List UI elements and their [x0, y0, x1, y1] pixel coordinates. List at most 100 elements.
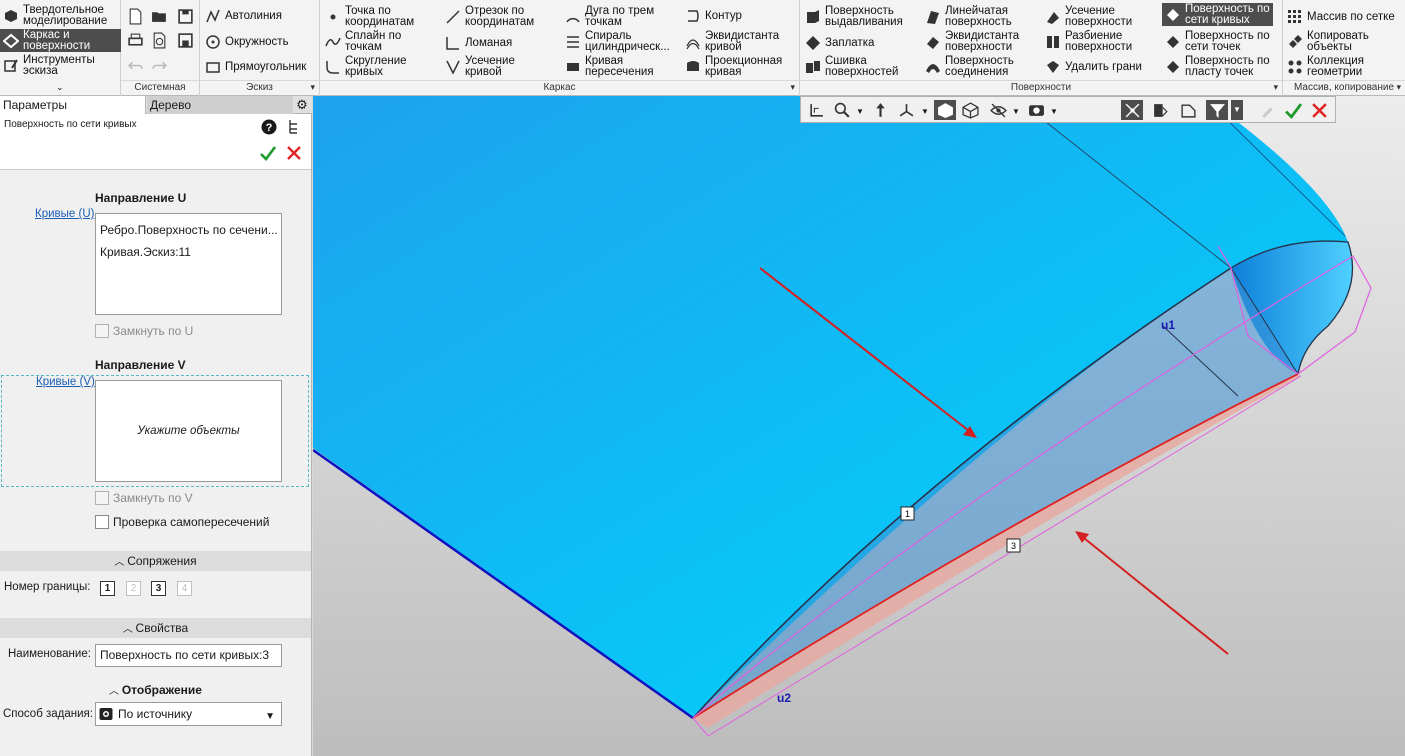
zoom-dropdown-icon[interactable]: ▼ [856, 107, 864, 116]
point-cloud-surface-button[interactable]: Поверхность по пласту точек [1165, 55, 1270, 77]
save-button[interactable] [174, 5, 196, 27]
close-v-checkbox[interactable]: Замкнуть по V [95, 491, 193, 505]
visibility-dropdown-icon[interactable]: ▼ [1012, 107, 1020, 116]
ribbon-collapse-icon[interactable]: ⌄ [56, 82, 64, 93]
sew-surfaces-button[interactable]: Сшивка поверхностей [805, 55, 898, 77]
surfaces-group-expand-icon[interactable]: ▾ [1273, 82, 1278, 93]
zoom-button[interactable] [831, 100, 853, 120]
wireframe-view-button[interactable] [959, 100, 981, 120]
geometry-collection-button[interactable]: Коллекция геометрии [1287, 55, 1364, 77]
rotate-dropdown-icon[interactable]: ▼ [921, 107, 929, 116]
open-file-button[interactable] [148, 5, 170, 27]
curve-trim-button[interactable]: Усечение кривой [445, 55, 515, 77]
checkbox-box[interactable] [95, 324, 109, 338]
boundary-4-button[interactable]: 4 [177, 581, 192, 596]
cylindrical-spiral-button[interactable]: Спираль цилиндрическ... [565, 30, 670, 52]
curve-network-surface-button[interactable]: Поверхность по сети кривых [1162, 3, 1273, 26]
tree-structure-icon[interactable] [285, 118, 303, 136]
self-intersection-checkbox[interactable]: Проверка самопересечений [95, 515, 269, 529]
print-button[interactable] [124, 29, 146, 51]
checkbox-box[interactable] [95, 515, 109, 529]
tab-parameters[interactable]: Параметры [0, 96, 146, 114]
curve-offset-button[interactable]: Эквидистанта кривой [685, 30, 779, 52]
segment-by-coords-button[interactable]: Отрезок по координатам [445, 5, 534, 27]
layers-button[interactable] [1177, 100, 1199, 120]
visibility-button[interactable] [987, 100, 1009, 120]
curves-v-link[interactable]: Кривые (V) [36, 376, 95, 388]
frame-group-expand-icon[interactable]: ▾ [790, 82, 795, 93]
3d-viewport[interactable]: 1 3 u1 u2 [313, 96, 1405, 756]
point-by-coords-button[interactable]: Точка по координатам [325, 5, 414, 27]
circle-button[interactable]: Окружность [205, 34, 289, 50]
polyline-button[interactable]: Ломаная [445, 35, 512, 51]
display-mode-button[interactable] [1025, 100, 1047, 120]
checkbox-box[interactable] [95, 491, 109, 505]
snap-button[interactable] [1121, 100, 1143, 120]
mode-solid-modeling[interactable]: Твердотельное моделирование [3, 4, 119, 26]
list-item[interactable]: Ребро.Поверхность по сечени... [100, 219, 278, 241]
delete-faces-button[interactable]: Удалить грани [1045, 59, 1142, 75]
autoline-button[interactable]: Автолиния [205, 8, 282, 24]
boundary-2-button[interactable]: 2 [126, 581, 141, 596]
new-file-button[interactable] [124, 5, 146, 27]
grid-array-button[interactable]: Массив по сетке [1287, 9, 1395, 25]
spline-by-points-button[interactable]: Сплайн по точкам [325, 30, 401, 52]
patch-button[interactable]: Заплатка [805, 35, 874, 51]
conjugations-section-header[interactable]: ︿ Сопряжения [0, 551, 311, 571]
boundary-3-button[interactable]: 3 [151, 581, 166, 596]
orientation-button[interactable] [805, 100, 827, 120]
toolbar-apply-check-icon[interactable] [1282, 100, 1304, 120]
arrays-group-expand-icon[interactable]: ▾ [1396, 82, 1401, 93]
pan-button[interactable] [869, 100, 891, 120]
display-mode-dropdown-icon[interactable]: ▼ [1050, 107, 1058, 116]
help-icon[interactable]: ? [260, 118, 278, 136]
mode-frame-surfaces[interactable]: Каркас и поверхности [0, 29, 121, 52]
boundary-marker-1[interactable]: 1 [900, 506, 915, 521]
blend-surface-button[interactable]: Поверхность соединения [925, 55, 1014, 77]
surface-trim-button[interactable]: Усечение поверхности [1045, 5, 1132, 27]
tab-tree[interactable]: Дерево [147, 96, 293, 114]
intersection-curve-button[interactable]: Кривая пересечения [565, 55, 654, 77]
model-view[interactable]: 1 3 u1 u2 [313, 96, 1405, 756]
trim-icon [445, 59, 461, 75]
undo-button[interactable] [124, 54, 146, 76]
boundary-marker-3[interactable]: 3 [1006, 538, 1021, 553]
panel-settings-gear-icon[interactable]: ⚙ [294, 96, 310, 114]
boundary-1-button[interactable]: 1 [100, 581, 115, 596]
section-view-button[interactable] [1149, 100, 1171, 120]
surface-split-button[interactable]: Разбиение поверхности [1045, 30, 1132, 52]
rectangle-button[interactable]: Прямоугольник [205, 59, 306, 75]
filter-button[interactable] [1206, 100, 1228, 120]
copy-objects-button[interactable]: Копировать объекты [1287, 30, 1369, 52]
name-input[interactable]: Поверхность по сети кривых:3 [95, 644, 282, 667]
curves-v-list[interactable]: Укажите объекты [95, 380, 282, 482]
curves-u-list[interactable]: Ребро.Поверхность по сечени... Кривая.Эс… [95, 213, 282, 315]
curve-fillet-button[interactable]: Скругление кривых [325, 55, 407, 77]
close-u-checkbox[interactable]: Замкнуть по U [95, 324, 193, 338]
sketch-group-expand-icon[interactable]: ▾ [310, 82, 315, 93]
properties-section-header[interactable]: ︿ Свойства [0, 618, 311, 638]
curves-u-link[interactable]: Кривые (U) [35, 208, 94, 220]
rotate-button[interactable] [895, 100, 917, 120]
save-all-button[interactable] [174, 29, 196, 51]
apply-check-icon[interactable] [259, 144, 277, 162]
surface-offset-button[interactable]: Эквидистанта поверхности [925, 30, 1019, 52]
arc-3-points-button[interactable]: Дуга по трем точкам [565, 5, 654, 27]
toolbar-cancel-x-icon[interactable] [1308, 100, 1330, 120]
preview-button[interactable] [148, 29, 170, 51]
projection-curve-button[interactable]: Проекционная кривая [685, 55, 782, 77]
mode-sketch-tools[interactable]: Инструменты эскиза [3, 54, 119, 76]
pipette-button[interactable] [1256, 100, 1278, 120]
spiral-icon [565, 34, 581, 50]
shaded-view-button[interactable] [934, 100, 956, 120]
contour-button[interactable]: Контур [685, 8, 742, 24]
ruled-surface-button[interactable]: Линейчатая поверхность [925, 5, 1012, 27]
list-item[interactable]: Кривая.Эскиз:11 [100, 241, 277, 263]
filter-dropdown-icon[interactable]: ▼ [1231, 100, 1243, 120]
extrusion-surface-button[interactable]: Поверхность выдавливания [805, 5, 903, 27]
redo-button[interactable] [148, 54, 170, 76]
method-select[interactable]: По источнику ▼ [95, 702, 282, 726]
display-section-header[interactable]: ︿ Отображение [0, 680, 311, 700]
point-network-surface-button[interactable]: Поверхность по сети точек [1165, 30, 1270, 52]
cancel-x-icon[interactable] [285, 144, 303, 162]
